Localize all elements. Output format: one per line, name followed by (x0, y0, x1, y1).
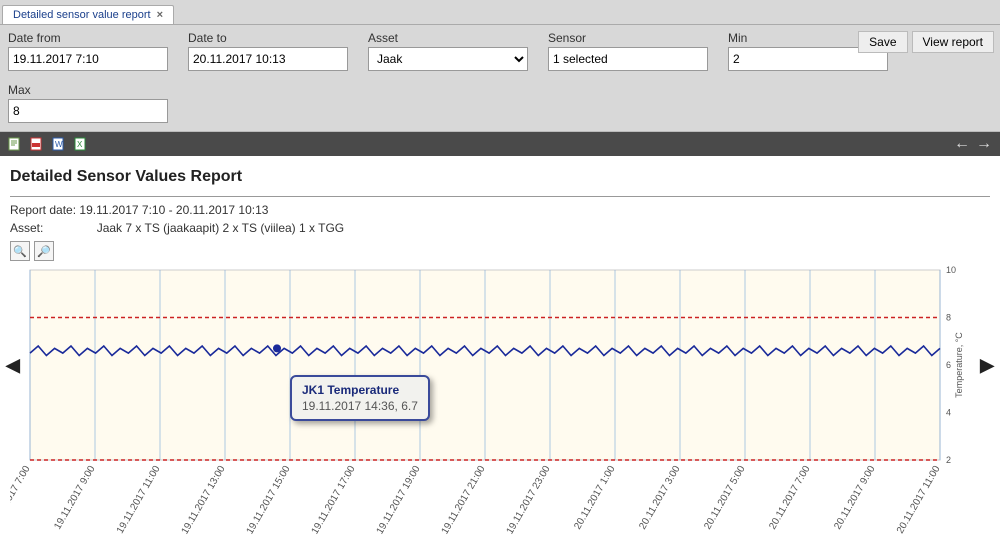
svg-text:6: 6 (946, 360, 951, 370)
svg-text:19.11.2017 7:00: 19.11.2017 7:00 (10, 464, 33, 532)
svg-text:20.11.2017 7:00: 20.11.2017 7:00 (767, 464, 813, 532)
export-word-icon[interactable]: W (52, 137, 66, 151)
svg-text:W: W (55, 140, 63, 149)
save-button[interactable]: Save (858, 31, 907, 53)
label-max: Max (8, 83, 178, 97)
svg-text:X: X (77, 140, 83, 149)
svg-text:19.11.2017 17:00: 19.11.2017 17:00 (310, 464, 358, 535)
tab-bar: Detailed sensor value report × (0, 0, 1000, 25)
svg-text:19.11.2017 11:00: 19.11.2017 11:00 (115, 464, 163, 535)
input-max[interactable] (8, 99, 168, 123)
report-asset: Asset: Jaak 7 x TS (jaakaapit) 2 x TS (v… (10, 221, 990, 235)
scroll-right-icon[interactable]: ▶ (980, 355, 994, 376)
label-sensor: Sensor (548, 31, 708, 45)
input-date-to[interactable] (188, 47, 348, 71)
svg-text:20.11.2017 9:00: 20.11.2017 9:00 (832, 464, 878, 532)
label-date-to: Date to (188, 31, 348, 45)
svg-text:19.11.2017 23:00: 19.11.2017 23:00 (505, 464, 553, 535)
svg-text:19.11.2017 9:00: 19.11.2017 9:00 (52, 464, 98, 532)
svg-text:20.11.2017 1:00: 20.11.2017 1:00 (572, 464, 618, 532)
close-icon[interactable]: × (157, 9, 163, 21)
export-excel-icon[interactable]: X (74, 137, 88, 151)
report-date: Report date: 19.11.2017 7:10 - 20.11.201… (10, 203, 990, 217)
export-pdf-icon[interactable] (30, 137, 44, 151)
report-body: Detailed Sensor Values Report Report dat… (0, 156, 1000, 543)
nav-forward-icon[interactable]: → (976, 135, 992, 153)
field-sensor: Sensor (548, 31, 708, 71)
field-date-to: Date to (188, 31, 348, 71)
input-sensor[interactable] (548, 47, 708, 71)
svg-text:19.11.2017 21:00: 19.11.2017 21:00 (440, 464, 488, 535)
svg-text:20.11.2017 5:00: 20.11.2017 5:00 (702, 464, 748, 532)
zoom-in-icon[interactable]: 🔍 (10, 241, 30, 261)
input-date-from[interactable] (8, 47, 168, 71)
svg-text:2: 2 (946, 455, 951, 465)
zoom-out-icon[interactable]: 🔎 (34, 241, 54, 261)
svg-text:10: 10 (946, 265, 956, 275)
svg-text:Temperature, °C: Temperature, °C (954, 332, 964, 398)
field-max: Max (8, 83, 178, 123)
svg-text:20.11.2017 3:00: 20.11.2017 3:00 (637, 464, 683, 532)
tooltip-title: JK1 Temperature (302, 383, 418, 397)
nav-arrows: ← → (954, 135, 992, 153)
tooltip-value: 19.11.2017 14:36, 6.7 (302, 399, 418, 413)
tab-report[interactable]: Detailed sensor value report × (2, 5, 174, 24)
label-asset: Asset (368, 31, 528, 45)
svg-text:19.11.2017 15:00: 19.11.2017 15:00 (245, 464, 293, 535)
svg-text:20.11.2017 11:00: 20.11.2017 11:00 (895, 464, 943, 535)
divider (10, 196, 990, 197)
chart-container: ◀ ▶ 19.11.2017 7:0019.11.2017 9:0019.11.… (10, 265, 990, 535)
action-buttons: Save View report (858, 31, 994, 53)
svg-text:19.11.2017 19:00: 19.11.2017 19:00 (375, 464, 423, 535)
svg-text:4: 4 (946, 408, 951, 418)
chart-tooltip: JK1 Temperature 19.11.2017 14:36, 6.7 (290, 375, 430, 421)
scroll-left-icon[interactable]: ◀ (6, 355, 20, 376)
export-page-icon[interactable] (8, 137, 22, 151)
select-asset[interactable]: Jaak (368, 47, 528, 71)
svg-text:19.11.2017 13:00: 19.11.2017 13:00 (180, 464, 228, 535)
report-title: Detailed Sensor Values Report (10, 168, 990, 186)
label-date-from: Date from (8, 31, 168, 45)
nav-back-icon[interactable]: ← (954, 135, 970, 153)
filter-bar: Date from Date to Asset Jaak Sensor Min … (0, 25, 1000, 132)
view-report-button[interactable]: View report (912, 31, 994, 53)
tab-label: Detailed sensor value report (13, 9, 151, 21)
field-asset: Asset Jaak (368, 31, 528, 71)
export-toolbar: W X ← → (0, 132, 1000, 156)
field-date-from: Date from (8, 31, 168, 71)
sensor-chart: 19.11.2017 7:00 19.11.2017 9:00 19.11.2017… (10, 265, 970, 535)
svg-text:8: 8 (946, 313, 951, 323)
zoom-controls: 🔍 🔎 (10, 241, 990, 261)
